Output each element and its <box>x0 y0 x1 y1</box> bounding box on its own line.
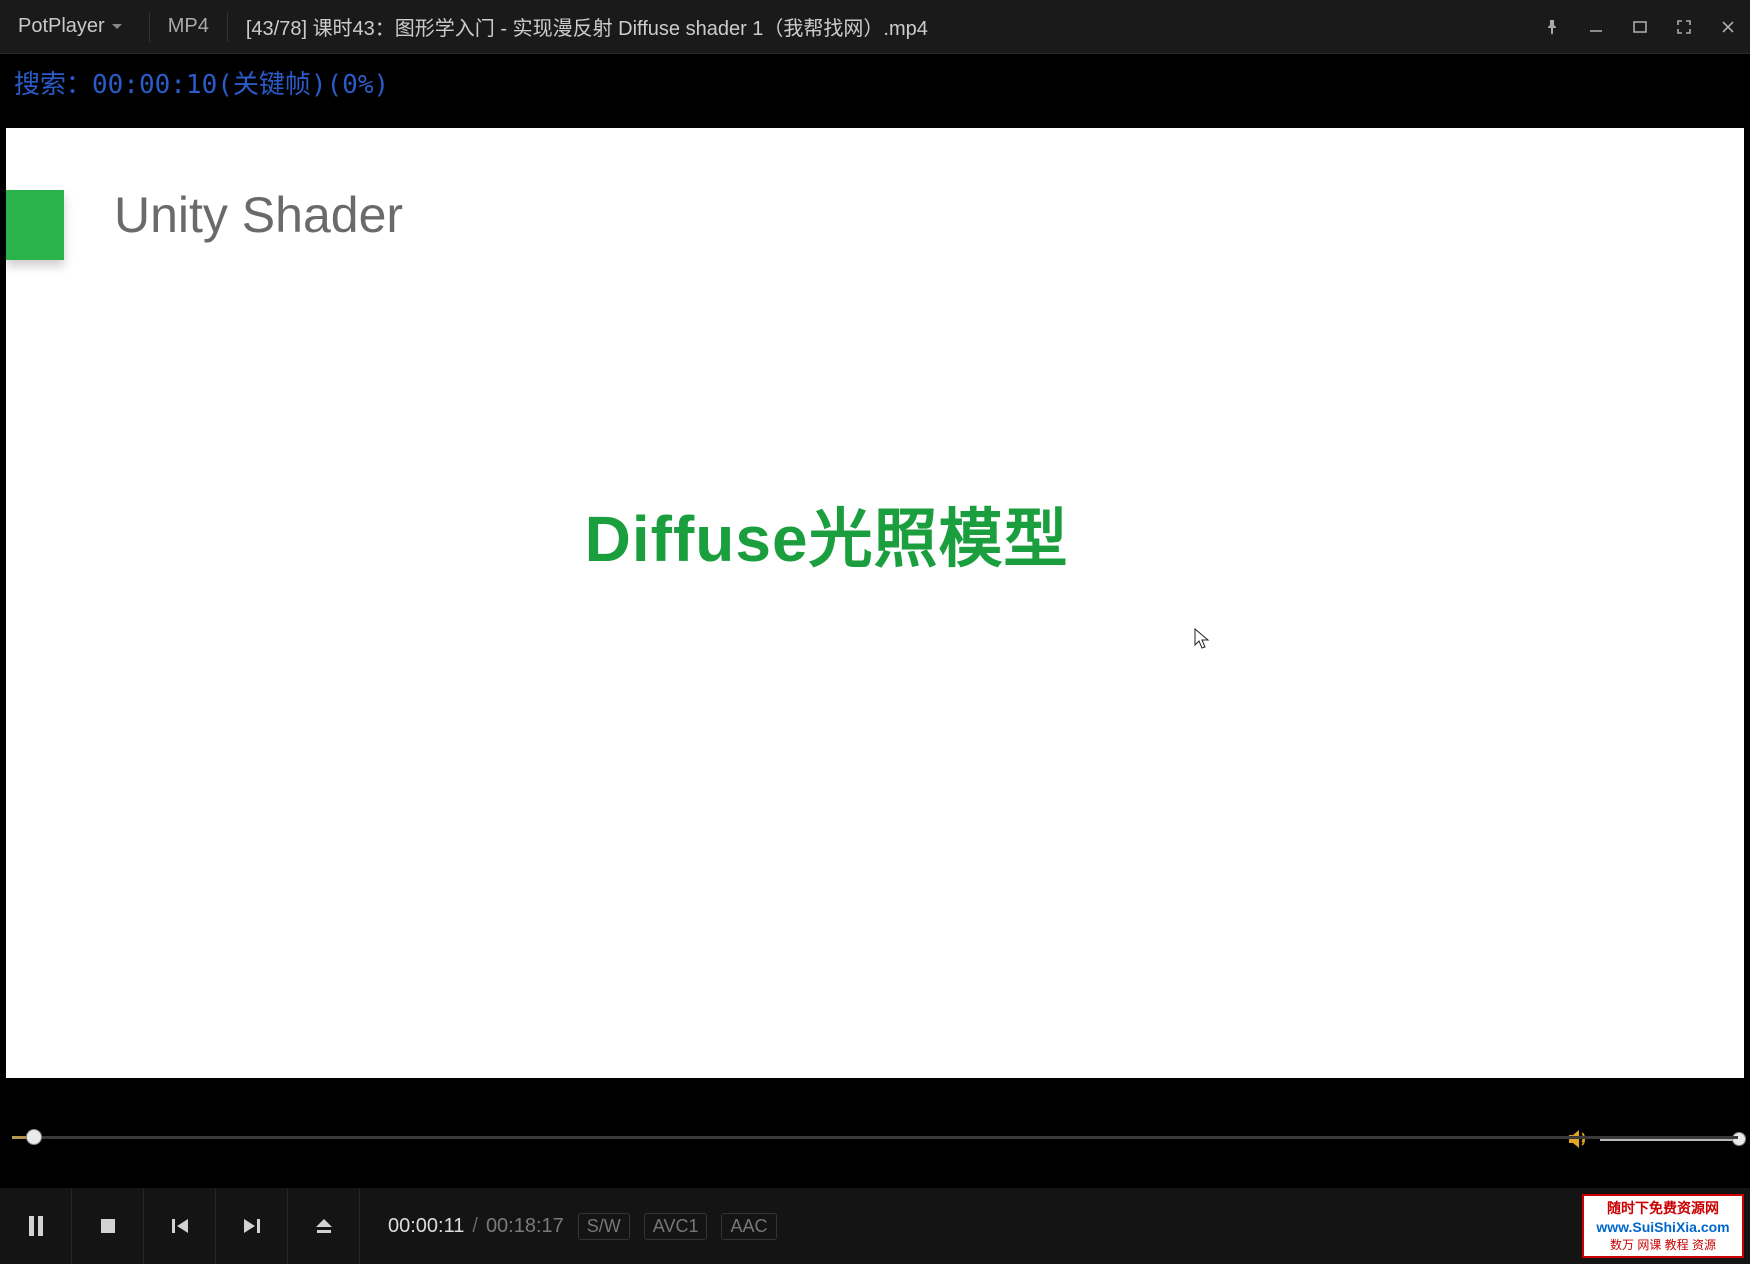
format-label: MP4 <box>158 15 219 38</box>
separator <box>149 12 150 42</box>
stop-button[interactable] <box>72 1188 144 1264</box>
separator <box>227 12 228 42</box>
time-display: 00:00:11 / 00:18:17 S/W AVC1 AAC <box>360 1213 805 1240</box>
eject-button[interactable] <box>288 1188 360 1264</box>
renderer-badge[interactable]: S/W <box>578 1213 630 1240</box>
audio-codec-badge[interactable]: AAC <box>721 1213 776 1240</box>
app-name-label: PotPlayer <box>18 15 105 38</box>
slide-accent-block <box>6 190 64 260</box>
seek-bar[interactable] <box>12 1124 1738 1158</box>
slide-title-text: Diffuse光照模型 <box>585 488 1069 580</box>
control-bar: 00:00:11 / 00:18:17 S/W AVC1 AAC 360° 3D… <box>0 1188 1750 1264</box>
pause-icon <box>27 1215 45 1237</box>
eject-icon <box>314 1217 334 1235</box>
slide-header-text: Unity Shader <box>114 186 403 244</box>
seek-knob[interactable] <box>26 1129 42 1145</box>
stop-icon <box>99 1217 117 1235</box>
window-controls <box>1530 0 1750 53</box>
minimize-button[interactable] <box>1574 0 1618 53</box>
total-duration: 00:18:17 <box>486 1215 564 1238</box>
seek-track[interactable] <box>12 1136 1738 1139</box>
close-button[interactable] <box>1706 0 1750 53</box>
video-codec-badge[interactable]: AVC1 <box>644 1213 708 1240</box>
window-title: [43/78] 课时43：图形学入门 - 实现漫反射 Diffuse shade… <box>236 12 938 41</box>
maximize-button[interactable] <box>1618 0 1662 53</box>
pin-button[interactable] <box>1530 0 1574 53</box>
watermark-line1: 随时下免费资源网 <box>1584 1199 1742 1218</box>
watermark-overlay: 随时下免费资源网 www.SuiShiXia.com 数万 网课 教程 资源 <box>1582 1194 1744 1258</box>
current-time: 00:00:11 <box>388 1215 464 1238</box>
watermark-line2: www.SuiShiXia.com <box>1584 1218 1742 1237</box>
maximize-icon <box>1632 19 1648 35</box>
app-menu-button[interactable]: PotPlayer <box>0 0 141 53</box>
time-separator: / <box>472 1215 478 1238</box>
close-icon <box>1720 19 1736 35</box>
next-button[interactable] <box>216 1188 288 1264</box>
fullscreen-button[interactable] <box>1662 0 1706 53</box>
pause-button[interactable] <box>0 1188 72 1264</box>
fullscreen-icon <box>1676 19 1692 35</box>
previous-button[interactable] <box>144 1188 216 1264</box>
control-bar-right: 360° 3D 随时下免费资源网 www.SuiShiXia.com 数万 网课… <box>1637 1215 1750 1238</box>
minimize-icon <box>1588 19 1604 35</box>
video-viewport[interactable]: Unity Shader Diffuse光照模型 <box>6 128 1744 1078</box>
previous-icon <box>170 1217 190 1235</box>
seek-status-text: 搜索：00:00:10(关键帧)(0%) <box>0 54 1750 100</box>
next-icon <box>242 1217 262 1235</box>
cursor-icon <box>1194 628 1210 656</box>
pin-icon <box>1544 19 1560 35</box>
title-bar: PotPlayer MP4 [43/78] 课时43：图形学入门 - 实现漫反射… <box>0 0 1750 54</box>
watermark-line3: 数万 网课 教程 资源 <box>1584 1237 1742 1253</box>
chevron-down-icon <box>111 23 123 31</box>
